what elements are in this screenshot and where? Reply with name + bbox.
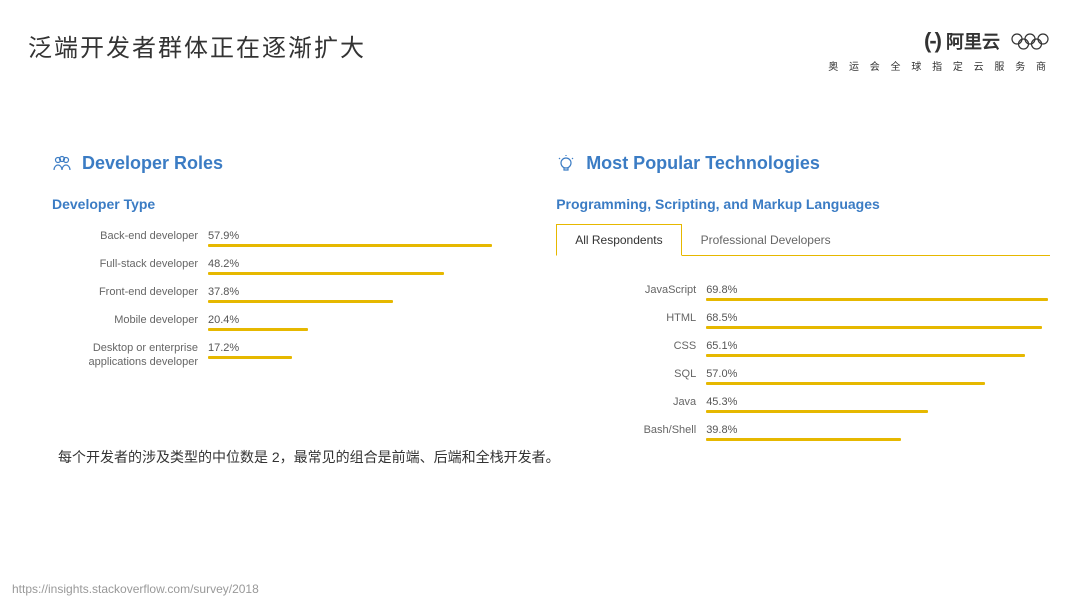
bar-label: Desktop or enterprise applications devel… [52, 342, 208, 370]
bar-label: Full-stack developer [52, 258, 208, 272]
bar-label: Front-end developer [52, 286, 208, 300]
left-panel: Developer Roles Developer Type Back-end … [52, 153, 516, 452]
bar-value: 65.1% [706, 340, 1050, 352]
bar-label: CSS [556, 340, 706, 354]
bar-label: Back-end developer [52, 230, 208, 244]
bar-fill [706, 382, 985, 385]
right-bar-chart: JavaScript69.8% HTML68.5% CSS65.1% SQL57.0%… [556, 284, 1050, 441]
right-panel: Most Popular Technologies Programming, S… [556, 153, 1050, 452]
bar-row: Back-end developer57.9% [52, 230, 516, 247]
bar-label: Mobile developer [52, 314, 208, 328]
bar-fill [706, 298, 1048, 301]
bar-label: HTML [556, 312, 706, 326]
source-citation: https://insights.stackoverflow.com/surve… [12, 582, 259, 596]
bar-value: 45.3% [706, 396, 1050, 408]
left-section-title: Developer Roles [82, 153, 223, 174]
bar-fill [208, 244, 492, 247]
bar-row: HTML68.5% [556, 312, 1050, 329]
bar-row: Full-stack developer48.2% [52, 258, 516, 275]
bar-label: Bash/Shell [556, 424, 706, 438]
bar-label: SQL [556, 368, 706, 382]
bar-label: JavaScript [556, 284, 706, 298]
bar-row: CSS65.1% [556, 340, 1050, 357]
bar-fill [208, 356, 292, 359]
bar-value: 39.8% [706, 424, 1050, 436]
bar-row: Desktop or enterprise applications devel… [52, 342, 516, 370]
bar-value: 37.8% [208, 286, 516, 298]
bar-row: Java45.3% [556, 396, 1050, 413]
bar-row: Bash/Shell39.8% [556, 424, 1050, 441]
logo-bracket-icon: (-) [924, 28, 940, 54]
footnote: 每个开发者的涉及类型的中位数是 2，最常见的组合是前端、后端和全栈开发者。 [58, 447, 560, 467]
bar-value: 57.9% [208, 230, 516, 242]
bar-label: Java [556, 396, 706, 410]
bar-value: 17.2% [208, 342, 516, 354]
bar-fill [706, 354, 1025, 357]
right-subtitle: Programming, Scripting, and Markup Langu… [556, 196, 1050, 212]
people-icon [52, 154, 72, 174]
bar-row: JavaScript69.8% [556, 284, 1050, 301]
slide-title: 泛端开发者群体正在逐渐扩大 [28, 28, 366, 63]
bar-fill [706, 410, 928, 413]
bar-value: 20.4% [208, 314, 516, 326]
bar-value: 69.8% [706, 284, 1050, 296]
olympic-rings-icon [1010, 32, 1050, 50]
bar-fill [706, 326, 1042, 329]
tab-professional-developers[interactable]: Professional Developers [682, 224, 850, 255]
bulb-icon [556, 154, 576, 174]
logo-subtitle: 奥 运 会 全 球 指 定 云 服 务 商 [828, 58, 1050, 73]
bar-fill [208, 300, 393, 303]
right-section-title: Most Popular Technologies [586, 153, 820, 174]
bar-value: 48.2% [208, 258, 516, 270]
logo-text: 阿里云 [946, 28, 1000, 54]
tab-all-respondents[interactable]: All Respondents [556, 224, 681, 256]
bar-value: 68.5% [706, 312, 1050, 324]
bar-fill [706, 438, 901, 441]
bar-row: Front-end developer37.8% [52, 286, 516, 303]
left-subtitle: Developer Type [52, 196, 516, 212]
bar-value: 57.0% [706, 368, 1050, 380]
bar-row: Mobile developer20.4% [52, 314, 516, 331]
bar-fill [208, 328, 308, 331]
tabs: All Respondents Professional Developers [556, 224, 1050, 256]
bar-row: SQL57.0% [556, 368, 1050, 385]
bar-fill [208, 272, 444, 275]
brand-logo: (-) 阿里云 奥 运 会 全 球 指 定 云 服 务 商 [828, 28, 1050, 73]
left-bar-chart: Back-end developer57.9% Full-stack develo… [52, 230, 516, 370]
